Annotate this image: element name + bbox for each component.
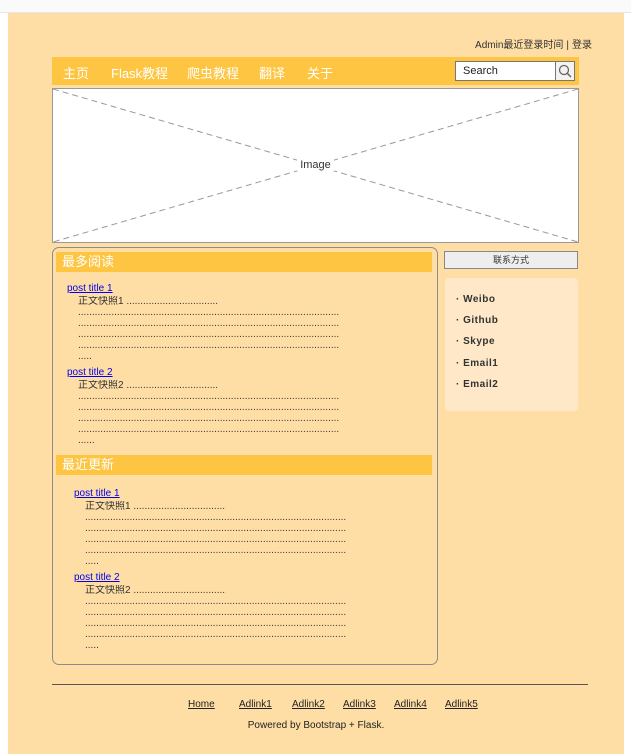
footer-link-adlink2[interactable]: Adlink2 <box>292 699 325 710</box>
post-summary: 正文快照2 ................................. … <box>85 585 347 651</box>
nav-item-crawler-tutorial[interactable]: 爬虫教程 <box>187 63 239 82</box>
post-title-link[interactable]: post title 1 <box>67 283 339 294</box>
contact-button[interactable]: 联系方式 <box>444 251 578 269</box>
nav-item-translate[interactable]: 翻译 <box>259 63 285 82</box>
recent-post-1: post title 1 正文快照1 .....................… <box>74 488 346 567</box>
page-container: Admin最近登录时间|登录 主页 Flask教程 爬虫教程 翻译 关于 Ima… <box>8 13 624 754</box>
post-title-link[interactable]: post title 2 <box>67 367 339 378</box>
post-summary: 正文快照2 ................................. … <box>78 380 340 446</box>
footer-link-home[interactable]: Home <box>188 699 215 710</box>
contact-weibo[interactable]: · Weibo <box>456 294 495 305</box>
nav-item-home[interactable]: 主页 <box>63 63 89 82</box>
contact-panel: · Weibo · Github · Skype · Email1 · Emai… <box>445 278 578 411</box>
articles-panel: 最多阅读 post title 1 正文快照1 ................… <box>52 247 438 665</box>
recent-post-2: post title 2 正文快照2 .....................… <box>74 572 346 651</box>
main-nav: 主页 Flask教程 爬虫教程 翻译 关于 <box>52 57 579 85</box>
banner-image-placeholder: Image <box>52 88 579 243</box>
most-read-post-1: post title 1 正文快照1 .....................… <box>67 283 339 362</box>
search-button[interactable] <box>555 62 574 80</box>
post-summary: 正文快照1 ................................. … <box>85 501 347 567</box>
nav-item-about[interactable]: 关于 <box>307 63 333 82</box>
footer-link-adlink1[interactable]: Adlink1 <box>239 699 272 710</box>
footer-link-adlink5[interactable]: Adlink5 <box>445 699 478 710</box>
most-read-post-2: post title 2 正文快照2 .....................… <box>67 367 339 446</box>
post-title-link[interactable]: post title 1 <box>74 488 346 499</box>
top-bar-separator: | <box>566 40 569 51</box>
search-input[interactable] <box>456 62 559 80</box>
nav-item-flask-tutorial[interactable]: Flask教程 <box>111 63 168 82</box>
post-title-link[interactable]: post title 2 <box>74 572 346 583</box>
browser-top-strip <box>0 0 631 13</box>
contact-email1[interactable]: · Email1 <box>456 358 498 369</box>
footer-link-adlink4[interactable]: Adlink4 <box>394 699 427 710</box>
admin-last-login-text: Admin最近登录时间 <box>475 40 564 51</box>
contact-github[interactable]: · Github <box>456 315 498 326</box>
post-summary: 正文快照1 ................................. … <box>78 296 340 362</box>
footer-divider <box>52 684 588 685</box>
footer-link-adlink3[interactable]: Adlink3 <box>343 699 376 710</box>
banner-label: Image <box>297 159 334 171</box>
contact-skype[interactable]: · Skype <box>456 336 495 347</box>
search-icon <box>558 64 572 78</box>
most-read-heading: 最多阅读 <box>56 252 432 272</box>
contact-email2[interactable]: · Email2 <box>456 379 498 390</box>
recent-updates-heading: 最近更新 <box>56 455 432 475</box>
search-box <box>455 61 575 81</box>
login-link[interactable]: 登录 <box>572 40 592 51</box>
top-bar: Admin最近登录时间 | 登录 <box>475 36 592 51</box>
powered-by-text: Powered by Bootstrap + Flask. <box>247 720 385 731</box>
